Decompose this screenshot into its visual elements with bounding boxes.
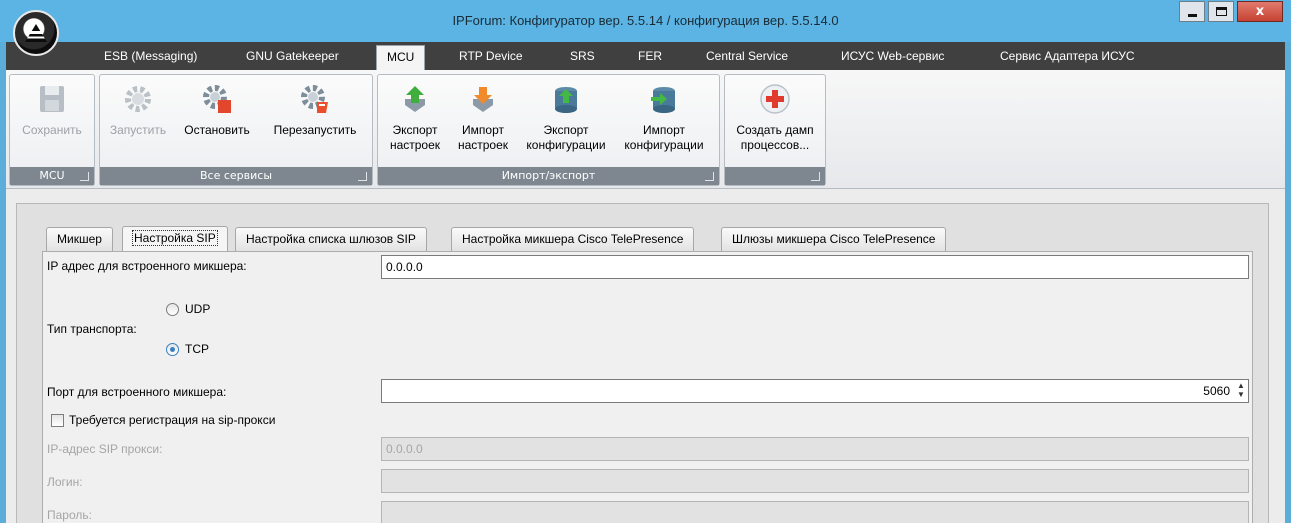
port-label: Порт для встроенного микшера: xyxy=(47,385,227,399)
export-db-icon xyxy=(555,87,577,113)
app-logo-mark xyxy=(25,24,47,42)
ribbon-group-all-services: Запустить Остановить Перезапустить Все с… xyxy=(99,74,373,186)
tab-cisco-telepresence-gateways[interactable]: Шлюзы микшера Cisco TelePresence xyxy=(721,227,947,251)
login-label: Логин: xyxy=(47,475,83,489)
password-label: Пароль: xyxy=(47,508,92,522)
save-icon xyxy=(40,86,64,112)
proxy-ip-label: IP-адрес SIP прокси: xyxy=(47,442,163,456)
tab-mixer[interactable]: Микшер xyxy=(46,227,113,251)
group-launcher-icon[interactable] xyxy=(811,172,820,181)
tab-sip-settings[interactable]: Настройка SIP xyxy=(122,226,228,251)
maximize-icon xyxy=(1216,7,1227,16)
stop-gear-icon xyxy=(203,85,231,113)
password-input[interactable] xyxy=(381,501,1249,523)
start-button[interactable]: Запустить xyxy=(103,83,173,138)
tab-sip-gateways[interactable]: Настройка списка шлюзов SIP xyxy=(235,227,427,251)
port-spinner-icon[interactable]: ▲ ▼ xyxy=(1236,381,1246,401)
maximize-button[interactable] xyxy=(1208,1,1234,22)
ribbon-group-label-dump xyxy=(725,167,825,185)
app-logo-icon[interactable] xyxy=(13,10,59,56)
tab-srs[interactable]: SRS xyxy=(560,45,605,70)
group-launcher-icon[interactable] xyxy=(705,172,714,181)
tab-isus-adapter-service[interactable]: Сервис Адаптера ИСУС xyxy=(990,45,1145,70)
export-config-button[interactable]: Экспорт конфигурации xyxy=(518,83,614,153)
tab-rtp-device[interactable]: RTP Device xyxy=(449,45,533,70)
ribbon: Сохранить MCU Запустить Остановить Перез… xyxy=(6,70,1285,189)
transport-udp-label[interactable]: UDP xyxy=(185,302,210,316)
tab-esb-messaging[interactable]: ESB (Messaging) xyxy=(94,45,207,70)
tab-cisco-telepresence-mixer[interactable]: Настройка микшера Cisco TelePresence xyxy=(451,227,695,251)
ribbon-group-mcu: Сохранить MCU xyxy=(9,74,95,186)
window-controls: x xyxy=(1176,1,1283,22)
import-settings-button[interactable]: Импорт настроек xyxy=(450,83,516,153)
save-label: Сохранить xyxy=(22,123,82,137)
main-area: Микшер Настройка SIP Настройка списка шл… xyxy=(6,189,1285,523)
port-input[interactable]: 5060 ▲ ▼ xyxy=(381,379,1249,403)
service-tabs: ESB (Messaging) GNU Gatekeeper MCU RTP D… xyxy=(6,42,1285,70)
sip-registration-checkbox[interactable] xyxy=(51,414,64,427)
login-input[interactable] xyxy=(381,469,1249,493)
tab-gnu-gatekeeper[interactable]: GNU Gatekeeper xyxy=(236,45,349,70)
sip-settings-form: IP адрес для встроенного микшера: 0.0.0.… xyxy=(42,251,1253,523)
stop-button[interactable]: Остановить xyxy=(176,83,258,138)
group-launcher-icon[interactable] xyxy=(80,172,89,181)
window-title: IPForum: Конфигуратор вер. 5.5.14 / конф… xyxy=(452,13,839,28)
tab-isus-web-service[interactable]: ИСУС Web-сервис xyxy=(831,45,954,70)
transport-type-label: Тип транспорта: xyxy=(47,322,137,336)
tab-mcu[interactable]: MCU xyxy=(376,45,426,70)
close-button[interactable]: x xyxy=(1237,1,1283,22)
ribbon-group-label-all-services: Все сервисы xyxy=(100,167,372,185)
export-arrow-icon xyxy=(405,86,425,112)
ribbon-group-import-export: Экспорт настроек Импорт настроек Экспорт… xyxy=(377,74,720,186)
tab-fer[interactable]: FER xyxy=(628,45,672,70)
restart-gear-icon xyxy=(301,85,328,113)
medical-cross-icon xyxy=(760,84,790,114)
ribbon-group-dump: Создать дамп процессов... xyxy=(724,74,826,186)
transport-udp-radio[interactable] xyxy=(166,303,179,316)
port-value: 5060 xyxy=(1203,384,1230,398)
create-dump-button[interactable]: Создать дамп процессов... xyxy=(728,83,822,153)
save-button[interactable]: Сохранить xyxy=(13,83,91,138)
title-bar: IPForum: Конфигуратор вер. 5.5.14 / конф… xyxy=(0,0,1291,42)
minimize-icon xyxy=(1188,14,1197,17)
transport-tcp-label[interactable]: TCP xyxy=(185,342,209,356)
ip-address-input[interactable]: 0.0.0.0 xyxy=(381,255,1249,279)
ip-address-label: IP адрес для встроенного микшера: xyxy=(47,259,247,273)
document-panel: Микшер Настройка SIP Настройка списка шл… xyxy=(16,203,1269,523)
restart-button[interactable]: Перезапустить xyxy=(262,83,368,138)
import-db-icon xyxy=(651,87,675,113)
start-gear-icon xyxy=(125,86,151,112)
sip-registration-label[interactable]: Требуется регистрация на sip-прокси xyxy=(69,413,275,427)
transport-tcp-radio[interactable] xyxy=(166,343,179,356)
group-launcher-icon[interactable] xyxy=(358,172,367,181)
import-arrow-icon xyxy=(473,87,493,112)
proxy-ip-input[interactable]: 0.0.0.0 xyxy=(381,437,1249,461)
minimize-button[interactable] xyxy=(1179,1,1205,22)
export-settings-button[interactable]: Экспорт настроек xyxy=(380,83,450,153)
import-config-button[interactable]: Импорт конфигурации xyxy=(614,83,714,153)
ribbon-group-label-import-export: Импорт/экспорт xyxy=(378,167,719,185)
tab-central-service[interactable]: Central Service xyxy=(696,45,798,70)
